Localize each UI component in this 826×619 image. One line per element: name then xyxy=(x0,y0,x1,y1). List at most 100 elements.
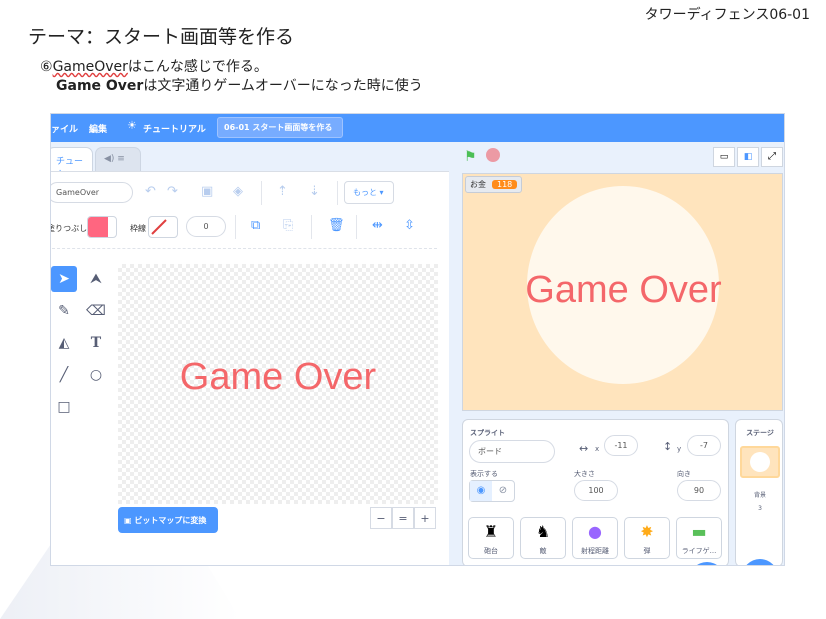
y-label: y xyxy=(677,445,682,453)
paint-editor: GameOver ↶ ↷ ▣ ◈ ⇡ ⇣ もっと ▾ 塗りつぶし 枠線 0 ⧉ … xyxy=(51,171,449,565)
toolbar-divider xyxy=(356,215,357,239)
stage-title: ステージ xyxy=(746,429,774,437)
outline-color-picker[interactable] xyxy=(148,216,178,238)
zoom-in-button[interactable]: + xyxy=(414,507,436,529)
x-input[interactable]: -11 xyxy=(604,435,638,456)
page-title: テーマ：スタート画面等を作る xyxy=(28,26,295,48)
x-label: x xyxy=(595,445,600,453)
editor-tabs: チューム ◀) ≡ xyxy=(51,147,461,180)
step-number: ⑥ xyxy=(40,59,53,75)
group-icon[interactable]: ▣ xyxy=(201,184,213,199)
paste-icon[interactable]: ⎘ xyxy=(283,218,293,233)
paint-canvas[interactable]: Game Over xyxy=(118,264,438,504)
add-backdrop-button[interactable] xyxy=(742,559,778,565)
convert-to-bitmap-label: ビットマップに変換 xyxy=(134,516,207,525)
toolbar-divider-line xyxy=(51,248,437,249)
forward-icon[interactable]: ⇡ xyxy=(277,184,288,199)
stop-icon[interactable] xyxy=(486,148,500,162)
redo-icon[interactable]: ↷ xyxy=(167,184,178,199)
menu-bar: ァイル 編集 ☀ チュートリアル 06-01 スタート画面等を作る xyxy=(51,114,784,142)
zoom-reset-button[interactable]: = xyxy=(392,507,414,529)
canvas-game-over-text[interactable]: Game Over xyxy=(118,356,438,399)
backward-icon[interactable]: ⇣ xyxy=(309,184,320,199)
text-tool-icon[interactable]: T xyxy=(83,330,109,356)
zoom-out-button[interactable]: − xyxy=(370,507,392,529)
visibility-toggle: ◉ ⊘ xyxy=(469,480,515,502)
circle-tool-icon[interactable]: ○ xyxy=(83,362,109,388)
outline-width-input[interactable]: 0 xyxy=(186,216,226,237)
size-label: 大きさ xyxy=(574,470,595,478)
size-input[interactable]: 100 xyxy=(574,480,618,501)
instruction-text-1: はこんな感じで作る。 xyxy=(127,59,268,75)
toolbar-divider xyxy=(261,181,262,205)
y-input[interactable]: -7 xyxy=(687,435,721,456)
brush-tool-icon[interactable]: ✎ xyxy=(51,298,77,324)
sprite-thumb-range[interactable]: ● 射程距離 xyxy=(572,517,618,559)
add-sprite-button[interactable] xyxy=(689,562,725,565)
sprite-thumb-lifegauge[interactable]: ▬ ライフゲ... xyxy=(676,517,722,559)
cannon-icon: ♜ xyxy=(483,522,499,541)
undo-icon[interactable]: ↶ xyxy=(145,184,156,199)
x-arrows-icon: ↔ xyxy=(579,442,589,455)
rectangle-tool-icon[interactable]: □ xyxy=(51,394,77,420)
menu-edit[interactable]: 編集 xyxy=(89,122,107,135)
y-arrows-icon: ↕ xyxy=(663,440,673,453)
show-eye-icon[interactable]: ◉ xyxy=(470,481,492,501)
line-tool-icon[interactable]: ╱ xyxy=(51,362,77,388)
monitor-value: 118 xyxy=(492,180,518,189)
hide-eye-icon[interactable]: ⊘ xyxy=(492,481,514,501)
instruction-text-2: は文字通りゲームオーバーになった時に使う xyxy=(143,78,423,94)
delete-icon[interactable]: 🗑 xyxy=(328,218,345,233)
small-stage-icon[interactable]: ▭ xyxy=(713,147,735,167)
stage-panel[interactable]: ステージ 背景 3 xyxy=(735,419,783,565)
stage-game-over-text: Game Over xyxy=(525,269,722,311)
fill-color-picker[interactable] xyxy=(87,216,117,238)
show-label: 表示する xyxy=(470,470,498,478)
stage-thumbnail[interactable] xyxy=(740,446,780,478)
reshape-tool-icon[interactable]: ⮝ xyxy=(83,266,109,292)
sprite-thumb-cannon[interactable]: ♜ 砲台 xyxy=(468,517,514,559)
menu-tutorial[interactable]: チュートリアル xyxy=(143,122,206,135)
project-title-input[interactable]: 06-01 スタート画面等を作る xyxy=(217,117,343,138)
outline-label: 枠線 xyxy=(130,224,146,233)
direction-input[interactable]: 90 xyxy=(677,480,721,501)
sprite-thumb-enemy[interactable]: ♞ 敵 xyxy=(520,517,566,559)
direction-label: 向き xyxy=(677,470,691,478)
sprite-name: 敵 xyxy=(539,547,547,555)
range-circle-icon: ● xyxy=(588,522,602,541)
image-icon: ▣ xyxy=(124,516,135,525)
variable-monitor[interactable]: お金 118 xyxy=(465,176,523,193)
gameover-term: GameOver xyxy=(52,59,128,75)
fill-color-swatch xyxy=(88,217,108,237)
sprite-name: 弾 xyxy=(643,547,651,555)
sprite-name: ライフゲ... xyxy=(681,547,717,555)
sprite-name: 射程距離 xyxy=(581,547,609,555)
large-stage-icon[interactable]: ◧ xyxy=(737,147,759,167)
enemy-icon: ♞ xyxy=(535,522,551,541)
fullscreen-icon[interactable]: ⤢ xyxy=(761,147,783,167)
backdrops-count: 3 xyxy=(758,505,762,512)
sprite-info-panel: スプライト ボード ↔ x -11 ↕ y -7 表示する ◉ ⊘ 大きさ 10… xyxy=(462,419,729,565)
convert-to-bitmap-button[interactable]: ▣ ビットマップに変換 xyxy=(118,507,218,533)
green-flag-icon[interactable]: ⚑ xyxy=(464,149,477,165)
tab-sounds[interactable]: ◀) ≡ xyxy=(95,147,141,171)
life-gauge-icon: ▬ xyxy=(691,522,707,541)
tab-costumes[interactable]: チューム xyxy=(51,147,93,180)
fill-tool-icon[interactable]: ◭ xyxy=(51,330,77,356)
menu-file[interactable]: ァイル xyxy=(51,122,78,135)
select-tool-icon[interactable]: ➤ xyxy=(51,266,77,292)
flip-vertical-icon[interactable]: ⇳ xyxy=(404,218,415,233)
stage-thumb-circle xyxy=(750,452,770,472)
sprite-thumb-bullet[interactable]: ✸ 弾 xyxy=(624,517,670,559)
copy-icon[interactable]: ⧉ xyxy=(251,218,260,233)
no-outline-icon xyxy=(151,219,167,235)
sprite-name-input[interactable]: ボード xyxy=(469,440,555,463)
stage[interactable]: Game Over お金 118 xyxy=(462,173,783,411)
flip-horizontal-icon[interactable]: ⇹ xyxy=(372,218,383,233)
ungroup-icon[interactable]: ◈ xyxy=(233,184,243,199)
backdrops-label: 背景 xyxy=(753,492,766,499)
instruction-line-2: Game Overは文字通りゲームオーバーになった時に使う xyxy=(56,75,423,95)
more-dropdown[interactable]: もっと ▾ xyxy=(344,181,394,204)
eraser-tool-icon[interactable]: ⌫ xyxy=(83,298,109,324)
costume-name-input[interactable]: GameOver xyxy=(51,182,133,203)
